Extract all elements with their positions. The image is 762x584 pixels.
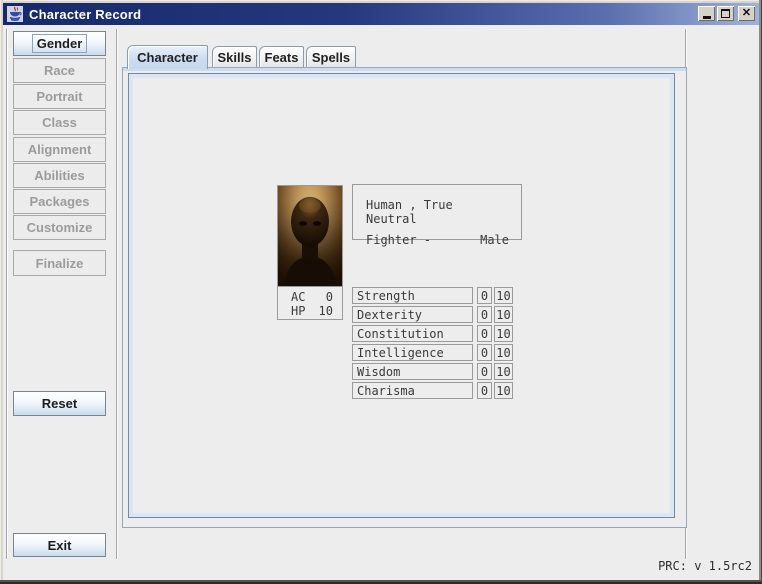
title-bar[interactable]: Character Record ✕ — [3, 3, 759, 25]
ability-score-dexterity: 10 — [494, 306, 513, 323]
minimize-icon — [703, 16, 711, 19]
minimize-button[interactable] — [698, 6, 715, 21]
java-cup-icon — [7, 6, 23, 22]
ability-name-strength: Strength — [352, 287, 473, 304]
ability-score-wisdom: 10 — [494, 363, 513, 380]
race-button[interactable]: Race — [13, 58, 106, 83]
ability-mod-strength: 0 — [477, 287, 492, 304]
ac-label: AC — [291, 290, 315, 304]
character-info-box: Human , True Neutral Fighter - Male — [352, 184, 522, 240]
ability-name-wisdom: Wisdom — [352, 363, 473, 380]
class-button[interactable]: Class — [13, 110, 106, 135]
gender-text: Male — [480, 233, 509, 247]
class-text: Fighter - — [366, 233, 431, 247]
tab-feats[interactable]: Feats — [259, 46, 304, 68]
ability-name-constitution: Constitution — [352, 325, 473, 342]
portrait-box: AC 0 HP 10 — [277, 185, 343, 320]
abilities-button[interactable]: Abilities — [13, 163, 106, 188]
ability-score-strength: 10 — [494, 287, 513, 304]
application-window: Character Record ✕ Gender Race Portrait … — [0, 0, 762, 584]
tab-character[interactable]: Character — [127, 45, 208, 69]
hp-label: HP — [291, 304, 315, 318]
ability-mod-charisma: 0 — [477, 382, 492, 399]
alignment-button[interactable]: Alignment — [13, 137, 106, 162]
close-icon: ✕ — [742, 8, 751, 19]
ability-mod-wisdom: 0 — [477, 363, 492, 380]
ability-mod-constitution: 0 — [477, 325, 492, 342]
ability-score-intelligence: 10 — [494, 344, 513, 361]
close-button[interactable]: ✕ — [738, 6, 755, 21]
maximize-button[interactable] — [717, 6, 734, 21]
reset-button[interactable]: Reset — [13, 391, 106, 416]
race-alignment-text: Human , True Neutral — [366, 198, 509, 226]
window-border-bottom[interactable] — [0, 580, 762, 584]
ability-name-dexterity: Dexterity — [352, 306, 473, 323]
customize-button[interactable]: Customize — [13, 215, 106, 240]
tab-spells[interactable]: Spells — [306, 46, 356, 68]
ability-mod-dexterity: 0 — [477, 306, 492, 323]
sidebar-divider — [116, 29, 118, 559]
left-panel-edge — [6, 29, 8, 559]
packages-button[interactable]: Packages — [13, 189, 106, 214]
finalize-button[interactable]: Finalize — [13, 250, 106, 276]
ability-score-constitution: 10 — [494, 325, 513, 342]
ability-mod-intelligence: 0 — [477, 344, 492, 361]
gender-button[interactable]: Gender — [13, 31, 106, 56]
version-label: PRC: v 1.5rc2 — [658, 559, 752, 573]
ability-name-charisma: Charisma — [352, 382, 473, 399]
hp-value: 10 — [315, 304, 333, 318]
window-border-left — [0, 0, 3, 584]
exit-button[interactable]: Exit — [13, 533, 106, 557]
window-title: Character Record — [29, 7, 141, 22]
maximize-icon — [721, 9, 730, 18]
ability-score-charisma: 10 — [494, 382, 513, 399]
window-controls: ✕ — [698, 6, 755, 21]
gender-button-label: Gender — [32, 34, 88, 53]
ability-name-intelligence: Intelligence — [352, 344, 473, 361]
ac-value: 0 — [315, 290, 333, 304]
tab-skills[interactable]: Skills — [212, 46, 257, 68]
portrait-button[interactable]: Portrait — [13, 84, 106, 109]
portrait-image — [278, 186, 342, 287]
portrait-stats: AC 0 HP 10 — [278, 287, 342, 318]
